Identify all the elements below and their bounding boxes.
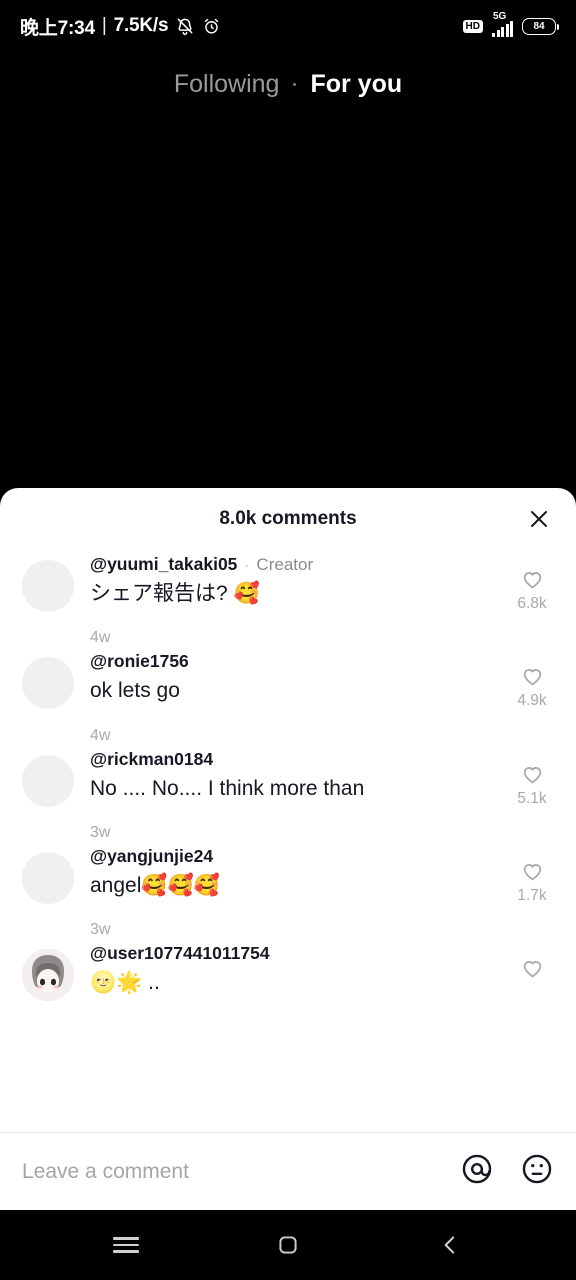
comment-body: @yangjunjie24 angel🥰🥰🥰 3w <box>90 846 504 939</box>
avatar[interactable] <box>22 949 74 1002</box>
close-icon[interactable] <box>524 504 554 534</box>
android-nav-bar <box>0 1210 576 1280</box>
like-count: 1.7k <box>517 886 547 904</box>
avatar[interactable] <box>22 560 74 612</box>
comment-text: ok lets go <box>90 679 180 703</box>
comment-item[interactable]: @user1077441011754 🌝🌟 .. <box>0 939 576 1002</box>
comment-timestamp: 4w <box>90 726 111 744</box>
comment-item[interactable]: @ronie1756 ok lets go 4w 4.9k <box>0 647 576 744</box>
like-button[interactable]: 1.7k <box>504 858 560 939</box>
avatar[interactable] <box>22 657 74 710</box>
like-button[interactable]: 6.8k <box>504 566 560 647</box>
like-button[interactable] <box>504 955 560 1001</box>
comments-header: 8.0k comments <box>0 488 576 550</box>
like-count: 5.1k <box>517 789 547 807</box>
comment-header: @yangjunjie24 <box>90 846 504 867</box>
comment-header: @yuumi_takaki05 · Creator <box>90 554 504 575</box>
status-divider: | <box>101 15 107 36</box>
like-count: 6.8k <box>517 595 547 612</box>
recents-icon[interactable] <box>103 1222 149 1268</box>
comment-username[interactable]: @user1077441011754 <box>90 943 270 964</box>
status-bar-left: 晚上7:34 | 7.5K/s <box>20 13 221 40</box>
comment-item[interactable]: @rickman0184 No .... No.... I think more… <box>0 745 576 842</box>
comment-input-bar[interactable]: Leave a comment <box>0 1132 576 1210</box>
network-speed: 7.5K/s <box>113 15 169 36</box>
signal-icon: 5G <box>492 11 513 37</box>
avatar[interactable] <box>22 754 74 807</box>
like-button[interactable]: 5.1k <box>504 761 560 842</box>
tab-following[interactable]: Following <box>174 70 280 99</box>
alarm-clock-icon <box>202 17 221 36</box>
avatar[interactable] <box>22 851 74 904</box>
comment-input[interactable]: Leave a comment <box>22 1160 460 1184</box>
comment-username[interactable]: @yangjunjie24 <box>90 846 213 867</box>
comment-text: シェア報告は? 🥰 <box>90 582 260 605</box>
comment-text: angel🥰🥰🥰 <box>90 873 220 897</box>
back-icon[interactable] <box>427 1222 473 1268</box>
tab-separator-dot <box>293 83 297 86</box>
creator-badge: Creator <box>256 555 314 574</box>
hd-badge: HD <box>462 19 483 33</box>
status-time: 晚上7:34 <box>20 17 95 39</box>
like-count: 4.9k <box>517 692 547 710</box>
feed-tabs: Following For you <box>0 70 576 99</box>
tab-for-you[interactable]: For you <box>310 70 402 99</box>
comment-item[interactable]: @yuumi_takaki05 · Creator シェア報告は? 🥰 4w 6… <box>0 550 576 647</box>
input-icons <box>460 1152 554 1191</box>
comment-item[interactable]: @yangjunjie24 angel🥰🥰🥰 3w 1.7k <box>0 842 576 939</box>
battery-level: 84 <box>533 20 545 32</box>
comment-separator: · <box>244 557 250 574</box>
comment-text: No .... No.... I think more than <box>90 776 365 800</box>
anime-avatar-image <box>22 949 74 1002</box>
home-icon[interactable] <box>265 1222 311 1268</box>
emoji-face-icon[interactable] <box>520 1152 554 1191</box>
comment-body: @yuumi_takaki05 · Creator シェア報告は? 🥰 4w <box>90 554 504 647</box>
comment-timestamp: 3w <box>90 823 111 841</box>
network-type-label: 5G <box>493 11 507 22</box>
battery-indicator: 84 <box>522 17 559 35</box>
comment-header: @rickman0184 <box>90 749 504 770</box>
comments-count-title: 8.0k comments <box>219 508 357 529</box>
comment-body: @user1077441011754 🌝🌟 .. <box>90 943 504 1001</box>
comment-text: 🌝🌟 .. <box>90 971 160 995</box>
comment-timestamp: 3w <box>90 921 111 939</box>
status-bar: 晚上7:34 | 7.5K/s HD 5G 84 <box>0 0 576 52</box>
comment-header: @user1077441011754 <box>90 943 504 964</box>
comment-username[interactable]: @ronie1756 <box>90 651 189 672</box>
comment-body: @rickman0184 No .... No.... I think more… <box>90 749 504 842</box>
comment-body: @ronie1756 ok lets go 4w <box>90 651 504 744</box>
bell-muted-icon <box>175 16 195 36</box>
signal-bars <box>492 21 513 37</box>
comment-username[interactable]: @rickman0184 <box>90 749 213 770</box>
comment-timestamp: 4w <box>90 629 111 647</box>
status-bar-right: HD 5G 84 <box>462 11 559 37</box>
comment-header: @ronie1756 <box>90 651 504 672</box>
like-button[interactable]: 4.9k <box>504 663 560 744</box>
phone-screen: 晚上7:34 | 7.5K/s HD 5G 84 Following For y… <box>0 0 576 1280</box>
comment-username[interactable]: @yuumi_takaki05 <box>90 554 237 575</box>
at-mention-icon[interactable] <box>460 1152 494 1191</box>
